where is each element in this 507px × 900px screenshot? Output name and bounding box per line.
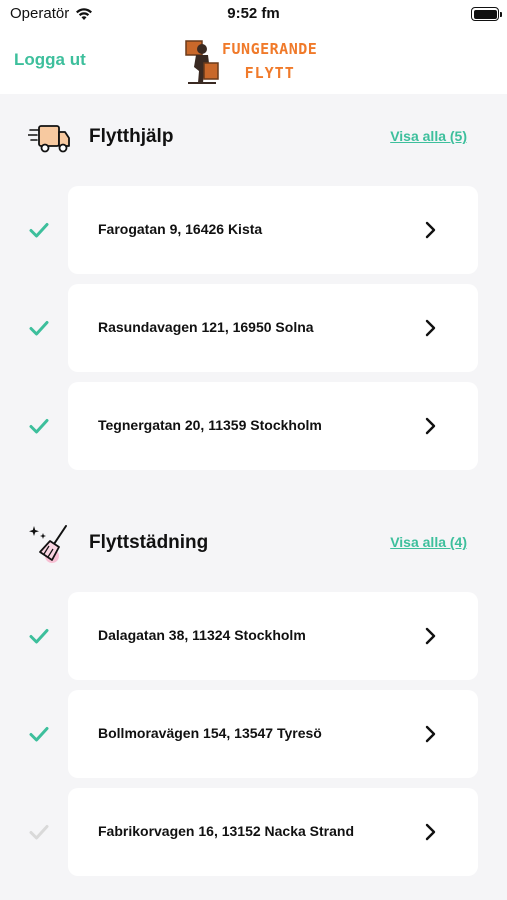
chevron-right-icon	[425, 319, 436, 337]
list-item: Bollmoravägen 154, 13547 Tyresö	[0, 690, 507, 778]
address-card[interactable]: Farogatan 9, 16426 Kista	[68, 186, 478, 274]
logo-line2: FLYTT	[244, 64, 295, 82]
check-icon	[29, 223, 49, 238]
app-logo: FUNGERANDE FLYTT	[182, 34, 332, 88]
address-card[interactable]: Rasundavagen 121, 16950 Solna	[68, 284, 478, 372]
check-icon	[29, 629, 49, 644]
logo-text: FUNGERANDE FLYTT	[222, 37, 317, 85]
logout-button[interactable]: Logga ut	[14, 50, 86, 70]
section-title: Flyttstädning	[89, 532, 209, 553]
list-item: Fabrikorvagen 16, 13152 Nacka Strand	[0, 788, 507, 876]
address-label: Rasundavagen 121, 16950 Solna	[98, 319, 314, 335]
address-label: Farogatan 9, 16426 Kista	[98, 221, 263, 237]
address-card[interactable]: Bollmoravägen 154, 13547 Tyresö	[68, 690, 478, 778]
address-label: Bollmoravägen 154, 13547 Tyresö	[98, 725, 322, 741]
list-item: Rasundavagen 121, 16950 Solna	[0, 284, 507, 372]
check-icon	[29, 419, 49, 434]
section-header-flyttstadning: Flyttstädning Visa alla (4)	[0, 518, 507, 568]
chevron-right-icon	[425, 725, 436, 743]
status-bar: Operatör 9:52 fm	[0, 0, 507, 28]
address-label: Tegnergatan 20, 11359 Stockholm	[98, 417, 322, 433]
chevron-right-icon	[425, 417, 436, 435]
moving-truck-icon	[28, 125, 70, 153]
broom-icon	[29, 525, 67, 563]
address-card[interactable]: Dalagatan 38, 11324 Stockholm	[68, 592, 478, 680]
see-all-link[interactable]: Visa alla (5)	[390, 128, 467, 144]
section-title: Flytthjälp	[89, 126, 174, 147]
logo-line1: FUNGERANDE	[222, 40, 318, 58]
check-icon-pending	[29, 825, 49, 840]
address-card[interactable]: Tegnergatan 20, 11359 Stockholm	[68, 382, 478, 470]
chevron-right-icon	[425, 823, 436, 841]
mover-logo-icon	[185, 40, 219, 84]
battery-icon	[471, 7, 502, 21]
status-time: 9:52 fm	[227, 5, 280, 22]
nav-bar: Logga ut FUNGERANDE FLYTT	[0, 28, 507, 94]
check-icon	[29, 321, 49, 336]
chevron-right-icon	[425, 627, 436, 645]
see-all-link[interactable]: Visa alla (4)	[390, 534, 467, 550]
address-label: Dalagatan 38, 11324 Stockholm	[98, 627, 306, 643]
list-item: Farogatan 9, 16426 Kista	[0, 186, 507, 274]
list-item: Dalagatan 38, 11324 Stockholm	[0, 592, 507, 680]
chevron-right-icon	[425, 221, 436, 239]
check-icon	[29, 727, 49, 742]
list-item: Tegnergatan 20, 11359 Stockholm	[0, 382, 507, 470]
address-label: Fabrikorvagen 16, 13152 Nacka Strand	[98, 823, 355, 839]
address-card[interactable]: Fabrikorvagen 16, 13152 Nacka Strand	[68, 788, 478, 876]
section-header-flytthjalp: Flytthjälp Visa alla (5)	[0, 112, 507, 162]
